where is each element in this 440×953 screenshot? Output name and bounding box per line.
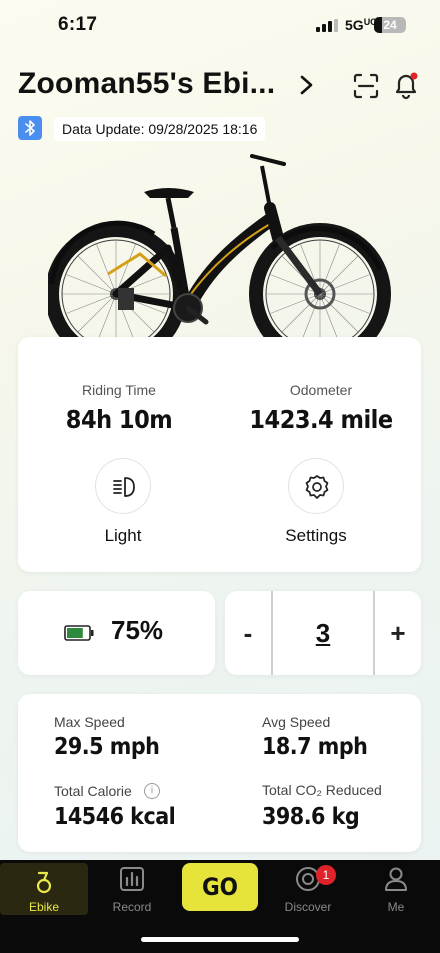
discover-badge: 1 — [316, 865, 336, 885]
assist-minus-button[interactable]: - — [225, 591, 271, 675]
max-speed-value: 29.5 mph — [54, 734, 160, 760]
bottom-nav: Ebike Record GO Discover 1 Me — [0, 860, 440, 953]
bike-title[interactable]: Zooman55's Ebi... — [18, 67, 275, 101]
stats-card: Max Speed 29.5 mph Avg Speed 18.7 mph To… — [18, 694, 421, 852]
ebike-icon — [36, 871, 52, 894]
bluetooth-icon — [18, 116, 42, 140]
scan-icon[interactable] — [352, 72, 380, 100]
info-icon[interactable]: i — [144, 783, 160, 799]
gear-icon — [305, 475, 329, 499]
avg-speed-label: Avg Speed — [262, 714, 331, 730]
status-battery-icon: 24 — [374, 17, 406, 33]
riding-time-label: Riding Time — [82, 382, 156, 398]
nav-me-label: Me — [387, 900, 405, 914]
co2-label: Total CO₂ Reduced — [262, 782, 382, 798]
nav-ebike-label: Ebike — [28, 900, 60, 914]
battery-percent: 75% — [111, 615, 164, 645]
person-icon — [385, 867, 407, 891]
nav-ebike[interactable]: Ebike — [0, 863, 88, 915]
calorie-value: 14546 kcal — [54, 804, 176, 830]
light-button[interactable] — [95, 458, 151, 514]
max-speed-label: Max Speed — [54, 714, 125, 730]
avg-speed-value: 18.7 mph — [262, 734, 368, 760]
nav-discover-label: Discover — [284, 900, 332, 914]
overview-card: Riding Time 84h 10m Odometer 1423.4 mile… — [18, 337, 421, 572]
status-battery-level: 24 — [383, 18, 397, 32]
data-update-label: Data Update: 09/28/2025 18:16 — [54, 117, 266, 141]
nav-record[interactable]: Record — [88, 860, 176, 916]
nav-record-label: Record — [112, 900, 152, 914]
riding-time-value: 84h 10m — [65, 405, 173, 434]
status-time: 6:17 — [58, 14, 98, 35]
chevron-right-icon[interactable] — [296, 74, 316, 96]
settings-label: Settings — [285, 526, 347, 545]
odometer-label: Odometer — [289, 382, 353, 398]
assist-level-value: 3 — [315, 618, 331, 648]
co2-value: 398.6 kg — [262, 804, 360, 830]
battery-card: 75% — [18, 591, 215, 675]
headlight-icon — [113, 477, 135, 497]
settings-button[interactable] — [288, 458, 344, 514]
battery-icon — [64, 625, 94, 641]
signal-icon — [316, 19, 338, 32]
odometer-value: 1423.4 mile — [249, 405, 393, 434]
calorie-label: Total Calorie — [54, 783, 132, 799]
nav-discover[interactable]: Discover — [264, 860, 352, 916]
home-indicator — [141, 937, 299, 942]
status-bar: 6:17 5GUC 24 — [0, 0, 440, 52]
nav-me[interactable]: Me — [352, 860, 440, 916]
assist-plus-button[interactable]: + — [375, 591, 421, 675]
assist-level-card: - 3 + — [225, 591, 421, 675]
chart-icon — [120, 867, 144, 891]
light-label: Light — [104, 526, 142, 545]
network-type: 5GUC — [345, 17, 377, 33]
go-button[interactable]: GO — [182, 863, 258, 911]
divider — [271, 591, 273, 675]
bell-icon[interactable] — [392, 70, 420, 100]
